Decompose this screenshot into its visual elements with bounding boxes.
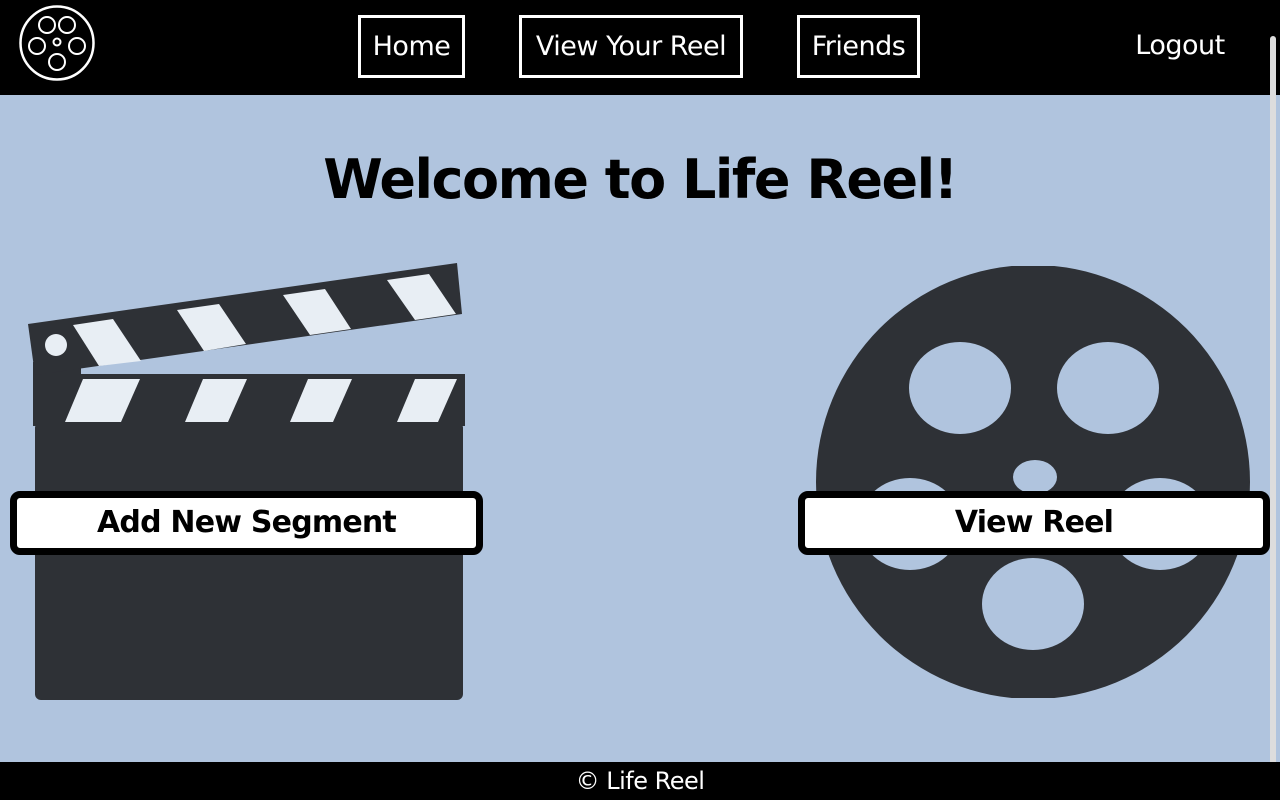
film-reel-logo-icon[interactable] bbox=[18, 4, 96, 82]
vertical-scrollbar[interactable] bbox=[1270, 36, 1276, 766]
film-reel-icon bbox=[816, 266, 1250, 698]
nav-home-button[interactable]: Home bbox=[358, 15, 465, 78]
nav-view-your-reel-button[interactable]: View Your Reel bbox=[519, 15, 743, 78]
nav-friends-button[interactable]: Friends bbox=[797, 15, 920, 78]
view-reel-button[interactable]: View Reel bbox=[798, 491, 1270, 555]
top-nav-bar: Home View Your Reel Friends Logout bbox=[0, 0, 1280, 95]
logout-link[interactable]: Logout bbox=[1110, 26, 1250, 66]
page-title: Welcome to Life Reel! bbox=[323, 148, 958, 211]
footer-copyright: © Life Reel bbox=[575, 767, 705, 795]
footer: © Life Reel bbox=[0, 762, 1280, 800]
clapperboard-icon bbox=[28, 263, 465, 700]
add-new-segment-button[interactable]: Add New Segment bbox=[10, 491, 483, 555]
